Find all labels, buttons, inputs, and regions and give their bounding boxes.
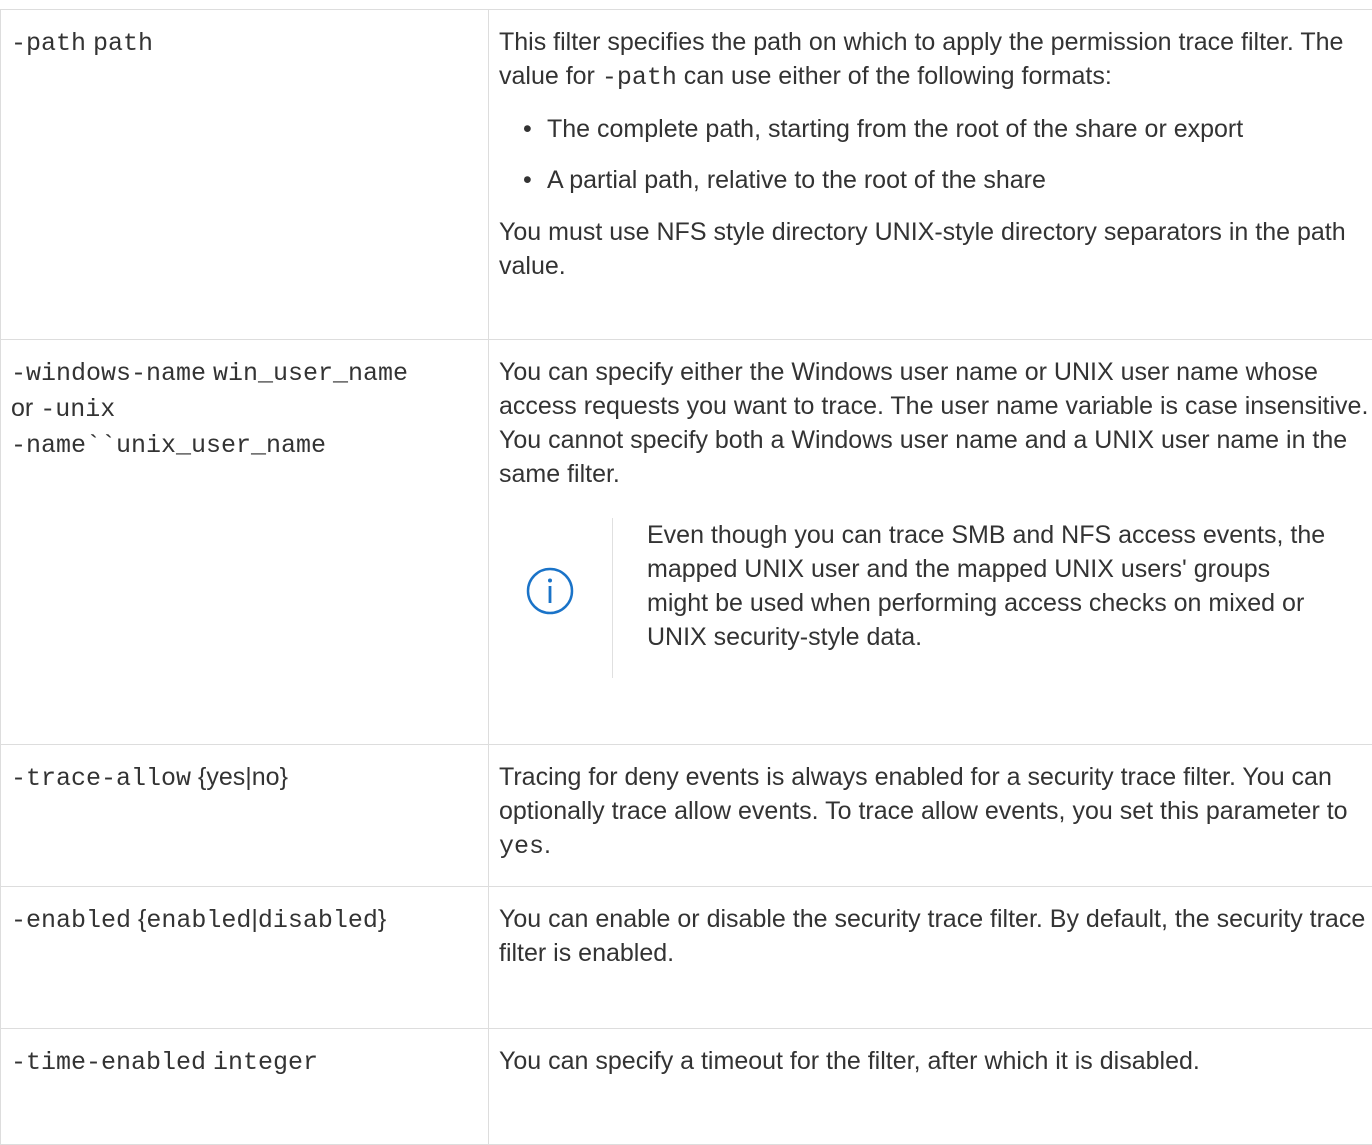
description-text: Tracing for deny events is always enable… <box>499 760 1372 864</box>
table-row: -trace-allow {yes|no} Tracing for deny e… <box>1 745 1372 887</box>
param-flag: -enabled <box>11 906 131 935</box>
list-item: •The complete path, starting from the ro… <box>517 112 1372 146</box>
param-option: no <box>252 763 280 791</box>
description-text: You can specify either the Windows user … <box>499 355 1372 491</box>
param-value: -name``unix_user_name <box>11 431 326 460</box>
param-value: integer <box>213 1048 318 1077</box>
bullet-icon: • <box>523 112 532 146</box>
param-value: path <box>93 29 153 58</box>
parameter-cell: -time-enabled integer <box>1 1029 489 1145</box>
param-flag: -unix <box>40 395 115 424</box>
description-cell: This filter specifies the path on which … <box>489 10 1372 340</box>
description-cell: Tracing for deny events is always enable… <box>489 745 1372 887</box>
table-row: -path path This filter specifies the pat… <box>1 10 1372 340</box>
info-circle-icon <box>525 566 575 616</box>
parameter-cell: -trace-allow {yes|no} <box>1 745 489 887</box>
description-cell: You can specify either the Windows user … <box>489 340 1372 745</box>
parameter-cell: -windows-name win_user_nameor -unix -name… <box>1 340 489 745</box>
bullet-list: •The complete path, starting from the ro… <box>499 112 1372 197</box>
description-cell: You can enable or disable the security t… <box>489 887 1372 1029</box>
parameter-cell: -path path <box>1 10 489 340</box>
param-value: win_user_name <box>213 359 408 388</box>
description-text: You must use NFS style directory UNIX-st… <box>499 215 1372 283</box>
description-text: This filter specifies the path on which … <box>499 25 1372 95</box>
note-block: Even though you can trace SMB and NFS ac… <box>499 518 1372 678</box>
param-flag: -windows-name <box>11 359 206 388</box>
inline-code: yes <box>499 832 544 861</box>
note-divider <box>612 518 613 678</box>
param-or: or <box>11 394 33 422</box>
param-flag: -time-enabled <box>11 1048 206 1077</box>
parameter-cell: -enabled {enabled|disabled} <box>1 887 489 1029</box>
table-row: -time-enabled integer You can specify a … <box>1 1029 1372 1145</box>
inline-code: -path <box>602 63 677 92</box>
parameter-table: -path path This filter specifies the pat… <box>0 9 1372 1145</box>
description-text: You can enable or disable the security t… <box>499 902 1372 970</box>
param-option: disabled <box>258 906 378 935</box>
bullet-icon: • <box>523 163 532 197</box>
list-item: •A partial path, relative to the root of… <box>517 163 1372 197</box>
note-text: Even though you can trace SMB and NFS ac… <box>647 518 1327 654</box>
param-option: yes <box>206 763 245 791</box>
table-row: -windows-name win_user_nameor -unix -name… <box>1 340 1372 745</box>
table-row: -enabled {enabled|disabled} You can enab… <box>1 887 1372 1029</box>
param-flag: -trace-allow <box>11 764 191 793</box>
description-text: You can specify a timeout for the filter… <box>499 1044 1372 1078</box>
description-cell: You can specify a timeout for the filter… <box>489 1029 1372 1145</box>
param-option: enabled <box>146 906 251 935</box>
param-flag: -path <box>11 29 86 58</box>
